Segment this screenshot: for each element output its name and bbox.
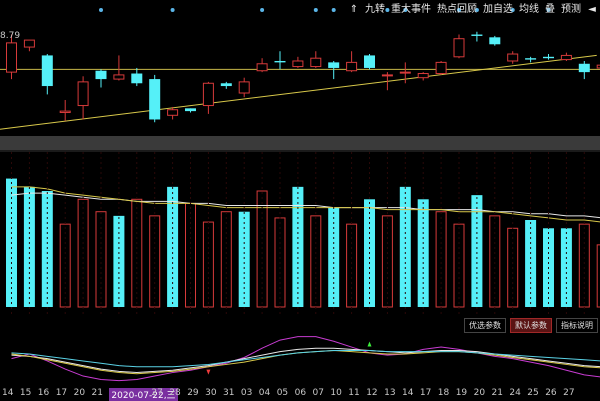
x-axis-tick: 07 — [313, 388, 324, 398]
volume-bar-up — [454, 224, 464, 307]
volume-bar-up — [347, 224, 357, 307]
candle-body-up — [7, 43, 17, 72]
event-dot — [260, 8, 264, 12]
candle-body-up — [203, 83, 213, 105]
x-axis-tick: 06 — [295, 388, 306, 398]
toolbar-button-hot-review[interactable]: 热点回顾 — [434, 3, 480, 17]
candle-body-up — [418, 74, 428, 78]
candle-body-up — [561, 55, 571, 59]
volume-bar-up — [60, 224, 70, 307]
candle-body-up — [347, 62, 357, 70]
candle-body-down — [42, 55, 53, 86]
candle-body-up — [454, 39, 464, 57]
toolbar-button-add-watchlist[interactable]: 加自选 — [480, 3, 516, 17]
candle-body-up — [239, 82, 249, 93]
volume-bar-up — [203, 222, 213, 307]
x-axis-tick: 21 — [92, 388, 103, 398]
x-axis-tick: 25 — [527, 388, 538, 398]
volume-bar-up — [579, 224, 589, 307]
price-label: 8.79 — [0, 31, 20, 41]
x-axis-tick: 12 — [366, 388, 377, 398]
x-axis-tick: 31 — [223, 388, 234, 398]
indicator-button-description[interactable]: 指标说明 — [556, 318, 598, 333]
candle-body-down — [543, 57, 554, 58]
x-axis-tick: 24 — [509, 388, 520, 398]
toolbar-button-jiuzhuan[interactable]: 九转 — [362, 3, 388, 17]
x-axis-tick: 20 — [74, 388, 85, 398]
candle-body-up — [168, 110, 178, 116]
indicator-line-2 — [12, 351, 600, 374]
x-axis-tick: 27 — [151, 388, 162, 398]
candle-body-down — [221, 83, 232, 86]
toolbar-button-moving-average[interactable]: 均线 — [516, 3, 542, 17]
candle-body-up — [60, 111, 70, 112]
indicator-line-0 — [12, 337, 600, 381]
x-axis-tick: 20 — [474, 388, 485, 398]
candle-body-up — [508, 54, 518, 61]
candle-body-down — [525, 58, 536, 59]
up-arrow-icon[interactable]: ⇑ — [346, 3, 362, 17]
event-dot — [171, 8, 175, 12]
candle-body-up — [400, 72, 410, 73]
candle-body-up — [382, 75, 392, 76]
candle-body-down — [328, 62, 339, 68]
x-axis-tick: 29 — [187, 388, 198, 398]
collapse-arrow-icon[interactable]: ◄ — [584, 3, 600, 17]
chart-toolbar: ⇑ 九转 重大事件 热点回顾 加自选 均线 叠 预测 ◄ — [346, 0, 600, 20]
x-axis-tick: 15 — [20, 388, 31, 398]
chart-separator — [0, 136, 600, 150]
indicator-buttons: 优选参数 默认参数 指标说明 — [464, 318, 598, 333]
toolbar-button-forecast[interactable]: 预测 — [558, 3, 584, 17]
x-axis-tick: 11 — [348, 388, 359, 398]
x-axis-tick: 26 — [545, 388, 556, 398]
event-dot — [332, 8, 336, 12]
x-axis-tick: 30 — [205, 388, 216, 398]
volume-chart[interactable] — [0, 152, 600, 317]
x-axis-tick: 2020-07-22,三 — [109, 388, 177, 401]
candle-body-up — [24, 40, 34, 47]
x-axis-tick: 14 — [2, 388, 13, 398]
sell-signal-marker — [368, 342, 372, 347]
x-axis-tick: 04 — [259, 388, 270, 398]
event-dot — [99, 8, 103, 12]
candle-body-down — [149, 79, 160, 119]
indicator-button-default-params[interactable]: 默认参数 — [510, 318, 552, 333]
x-axis-tick: 10 — [330, 388, 341, 398]
candle-body-down — [471, 35, 482, 36]
x-axis-tick: 03 — [241, 388, 252, 398]
x-axis-tick: 16 — [38, 388, 49, 398]
x-axis-tick: 21 — [492, 388, 503, 398]
candle-body-down — [185, 108, 196, 111]
candle-body-up — [114, 75, 124, 79]
x-axis-tick: 17 — [56, 388, 67, 398]
x-axis-tick: 17 — [420, 388, 431, 398]
x-axis-tick: 18 — [438, 388, 449, 398]
candle-body-down — [579, 64, 590, 72]
candle-body-up — [293, 61, 303, 67]
candle-body-up — [257, 64, 267, 71]
candle-body-up — [311, 58, 321, 66]
x-axis: 1415161720212020-07-22,三2728293031030405… — [0, 386, 600, 400]
x-axis-tick: 27 — [563, 388, 574, 398]
x-axis-tick: 13 — [384, 388, 395, 398]
indicator-button-optimized-params[interactable]: 优选参数 — [464, 318, 506, 333]
x-axis-tick: 05 — [277, 388, 288, 398]
x-axis-tick: 28 — [169, 388, 180, 398]
toolbar-button-major-events[interactable]: 重大事件 — [388, 3, 434, 17]
candle-body-down — [131, 74, 142, 84]
buy-signal-marker — [206, 370, 210, 375]
candle-body-up — [436, 62, 446, 73]
candle-body-down — [489, 37, 500, 44]
x-axis-tick: 19 — [456, 388, 467, 398]
candle-body-up — [78, 82, 88, 106]
candle-body-down — [364, 55, 375, 68]
candlestick-chart[interactable] — [0, 0, 600, 136]
candle-body-down — [96, 71, 107, 79]
event-dot — [314, 8, 318, 12]
toolbar-button-overlay[interactable]: 叠 — [542, 3, 558, 17]
candle-body-down — [275, 61, 286, 62]
x-axis-tick: 14 — [402, 388, 413, 398]
